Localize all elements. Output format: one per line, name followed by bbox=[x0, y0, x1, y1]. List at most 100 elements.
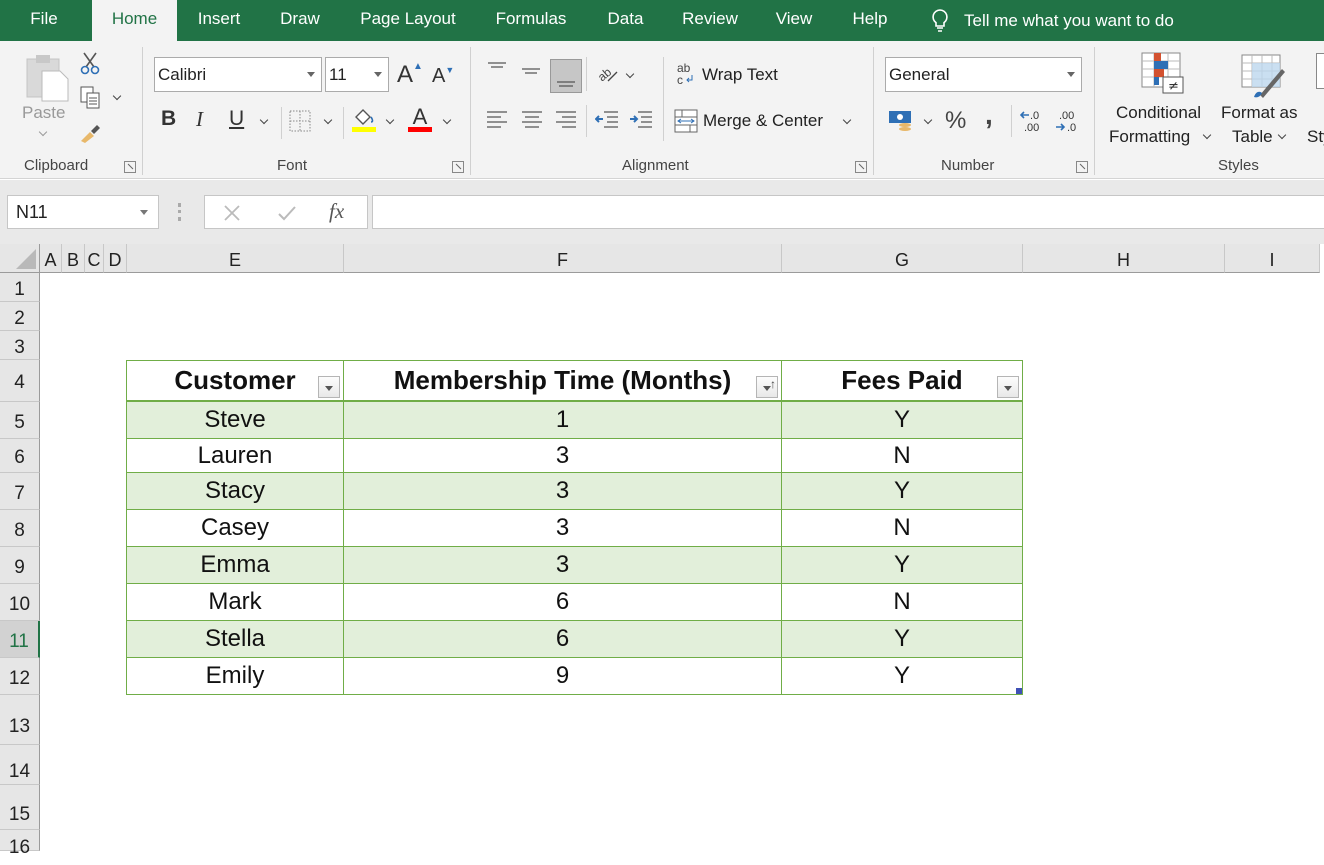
table-cell[interactable]: 3 bbox=[344, 510, 782, 547]
underline-button[interactable]: U bbox=[229, 107, 244, 131]
row-header-1[interactable]: 1 bbox=[0, 273, 40, 302]
comma-style-button[interactable]: , bbox=[985, 99, 993, 131]
sort-filter-button[interactable]: ↑ bbox=[756, 376, 778, 398]
tab-view[interactable]: View bbox=[766, 0, 822, 41]
conditional-formatting-dropdown-icon[interactable] bbox=[1204, 132, 1210, 138]
table-cell[interactable]: 1 bbox=[344, 402, 782, 439]
increase-indent-button[interactable] bbox=[629, 109, 653, 136]
tab-formulas[interactable]: Formulas bbox=[485, 0, 577, 41]
table-cell[interactable]: Y bbox=[782, 547, 1023, 584]
tab-page-layout[interactable]: Page Layout bbox=[350, 0, 466, 41]
table-header-cell[interactable]: Membership Time (Months) bbox=[344, 360, 782, 402]
paste-button[interactable] bbox=[24, 53, 70, 108]
tab-draw[interactable]: Draw bbox=[270, 0, 330, 41]
table-cell[interactable]: Emily bbox=[126, 658, 344, 695]
column-header-e[interactable]: E bbox=[127, 244, 344, 273]
enter-checkmark-icon[interactable] bbox=[277, 204, 297, 222]
align-left-button[interactable] bbox=[486, 109, 508, 136]
underline-dropdown-icon[interactable] bbox=[261, 117, 267, 123]
row-header-7[interactable]: 7 bbox=[0, 473, 40, 510]
filter-dropdown-button[interactable] bbox=[318, 376, 340, 398]
table-cell[interactable]: 3 bbox=[344, 473, 782, 510]
row-header-15[interactable]: 15 bbox=[0, 785, 40, 830]
table-cell[interactable]: Y bbox=[782, 621, 1023, 658]
table-cell[interactable]: N bbox=[782, 584, 1023, 621]
row-header-6[interactable]: 6 bbox=[0, 439, 40, 473]
accounting-dropdown-icon[interactable] bbox=[925, 117, 931, 123]
format-as-table-label-1[interactable]: Format as bbox=[1221, 103, 1298, 123]
decrease-decimal-button[interactable]: .00.0 bbox=[1054, 108, 1080, 139]
increase-decimal-button[interactable]: .0.00 bbox=[1019, 108, 1046, 139]
cut-button[interactable] bbox=[78, 51, 102, 80]
percent-style-button[interactable]: % bbox=[945, 107, 966, 135]
table-cell[interactable]: Emma bbox=[126, 547, 344, 584]
tab-data[interactable]: Data bbox=[598, 0, 653, 41]
bold-button[interactable]: B bbox=[161, 107, 176, 131]
row-header-8[interactable]: 8 bbox=[0, 510, 40, 547]
accounting-format-button[interactable] bbox=[888, 109, 914, 138]
row-header-2[interactable]: 2 bbox=[0, 302, 40, 331]
format-painter-button[interactable] bbox=[78, 121, 102, 148]
bottom-align-button[interactable] bbox=[550, 59, 582, 93]
table-cell[interactable]: 6 bbox=[344, 621, 782, 658]
column-header-b[interactable]: B bbox=[62, 244, 85, 273]
column-header-i[interactable]: I bbox=[1225, 244, 1320, 273]
tab-insert[interactable]: Insert bbox=[187, 0, 251, 41]
table-resize-handle[interactable] bbox=[1016, 688, 1022, 694]
table-cell[interactable]: 9 bbox=[344, 658, 782, 695]
column-header-f[interactable]: F bbox=[344, 244, 782, 273]
row-header-16[interactable]: 16 bbox=[0, 830, 40, 858]
borders-button[interactable] bbox=[289, 110, 311, 137]
orientation-dropdown-icon[interactable] bbox=[627, 71, 633, 77]
tab-help[interactable]: Help bbox=[842, 0, 898, 41]
orientation-button[interactable]: ab bbox=[595, 63, 620, 90]
row-header-4[interactable]: 4 bbox=[0, 360, 40, 402]
conditional-formatting-label-1[interactable]: Conditional bbox=[1116, 103, 1201, 123]
table-cell[interactable]: Y bbox=[782, 658, 1023, 695]
paste-dropdown-icon[interactable] bbox=[40, 129, 46, 135]
column-header-d[interactable]: D bbox=[104, 244, 127, 273]
copy-dropdown-icon[interactable] bbox=[114, 93, 120, 99]
select-all-button[interactable] bbox=[0, 244, 40, 273]
fill-color-dropdown-icon[interactable] bbox=[387, 117, 393, 123]
number-format-combo[interactable]: General bbox=[885, 57, 1082, 92]
table-header-cell[interactable]: Customer bbox=[126, 360, 344, 402]
increase-font-size-button[interactable]: A▲ bbox=[397, 61, 423, 89]
clipboard-dialog-launcher[interactable] bbox=[124, 161, 136, 173]
table-cell[interactable]: Mark bbox=[126, 584, 344, 621]
name-box[interactable]: N11 bbox=[7, 195, 159, 229]
font-size-combo[interactable]: 11 bbox=[325, 57, 389, 92]
filter-dropdown-button[interactable] bbox=[997, 376, 1019, 398]
column-header-h[interactable]: H bbox=[1023, 244, 1225, 273]
tell-me-search[interactable]: Tell me what you want to do bbox=[930, 0, 1174, 41]
table-cell[interactable]: 6 bbox=[344, 584, 782, 621]
font-dialog-launcher[interactable] bbox=[452, 161, 464, 173]
alignment-dialog-launcher[interactable] bbox=[855, 161, 867, 173]
table-header-cell[interactable]: Fees Paid bbox=[782, 360, 1023, 402]
middle-align-button[interactable] bbox=[520, 67, 542, 86]
column-header-a[interactable]: A bbox=[40, 244, 62, 273]
table-cell[interactable]: N bbox=[782, 510, 1023, 547]
decrease-font-size-button[interactable]: A▼ bbox=[432, 65, 454, 88]
align-right-button[interactable] bbox=[555, 109, 577, 136]
table-cell[interactable]: Stella bbox=[126, 621, 344, 658]
table-cell[interactable]: Steve bbox=[126, 402, 344, 439]
font-color-dropdown-icon[interactable] bbox=[444, 117, 450, 123]
table-cell[interactable]: Casey bbox=[126, 510, 344, 547]
fill-color-button[interactable] bbox=[352, 105, 376, 138]
tab-review[interactable]: Review bbox=[672, 0, 748, 41]
row-header-11[interactable]: 11 bbox=[0, 621, 40, 658]
merge-center-dropdown-icon[interactable] bbox=[844, 117, 850, 123]
formula-input[interactable] bbox=[372, 195, 1324, 229]
row-header-3[interactable]: 3 bbox=[0, 331, 40, 360]
tab-file[interactable]: File bbox=[14, 0, 74, 41]
row-header-12[interactable]: 12 bbox=[0, 658, 40, 695]
table-cell[interactable]: Lauren bbox=[126, 439, 344, 473]
table-cell[interactable]: 3 bbox=[344, 547, 782, 584]
font-color-button[interactable]: A bbox=[408, 104, 432, 138]
borders-dropdown-icon[interactable] bbox=[325, 117, 331, 123]
cancel-icon[interactable] bbox=[223, 204, 241, 222]
table-cell[interactable]: Stacy bbox=[126, 473, 344, 510]
table-cell[interactable]: Y bbox=[782, 473, 1023, 510]
row-header-14[interactable]: 14 bbox=[0, 745, 40, 785]
